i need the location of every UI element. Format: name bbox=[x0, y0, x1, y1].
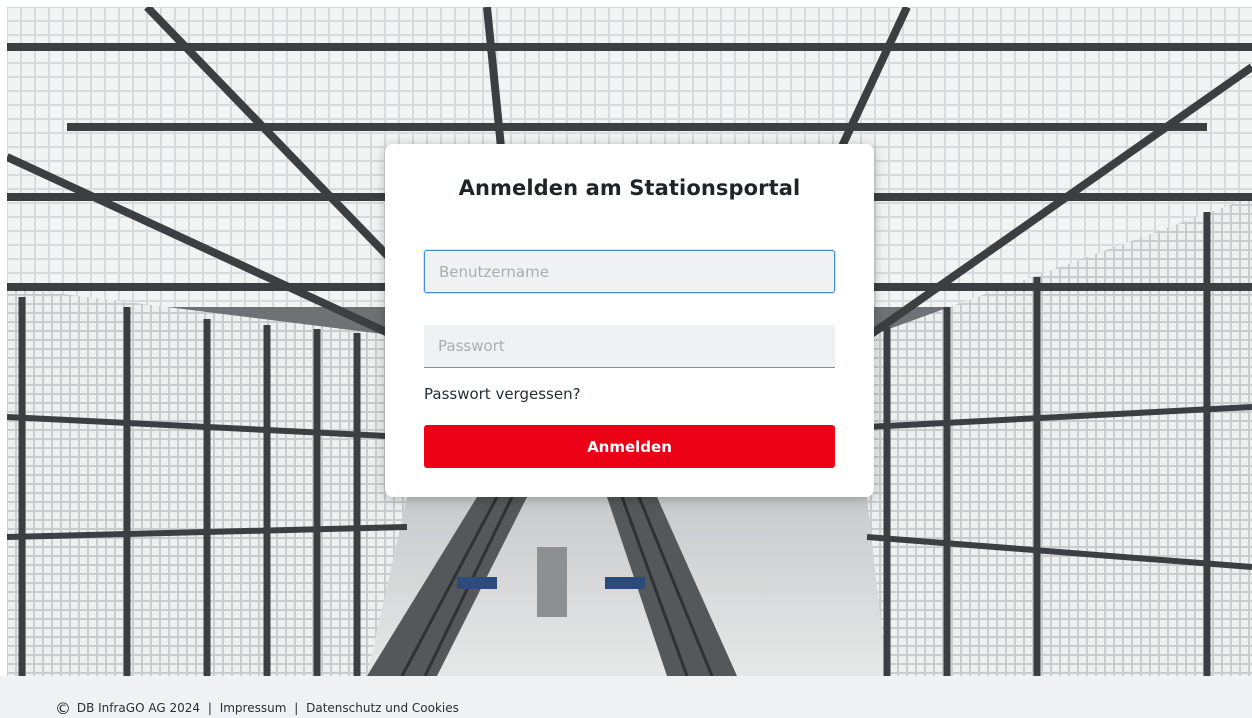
forgot-password-link[interactable]: Passwort vergessen? bbox=[424, 385, 581, 403]
login-button[interactable]: Anmelden bbox=[424, 425, 835, 468]
privacy-link[interactable]: Datenschutz und Cookies bbox=[306, 701, 459, 715]
footer: © DB InfraGO AG 2024 | Impressum | Daten… bbox=[0, 676, 1252, 718]
footer-company: DB InfraGO AG 2024 bbox=[76, 701, 200, 715]
footer-separator: | bbox=[207, 701, 212, 715]
footer-text: © DB InfraGO AG 2024 | Impressum | Daten… bbox=[55, 699, 459, 718]
copyright-icon: © bbox=[55, 699, 71, 718]
username-input[interactable] bbox=[424, 250, 835, 293]
impressum-link[interactable]: Impressum bbox=[220, 701, 287, 715]
footer-separator: | bbox=[294, 701, 299, 715]
login-card: Anmelden am Stationsportal Passwort verg… bbox=[385, 144, 874, 497]
login-title: Anmelden am Stationsportal bbox=[458, 176, 801, 200]
password-input[interactable] bbox=[424, 325, 835, 368]
